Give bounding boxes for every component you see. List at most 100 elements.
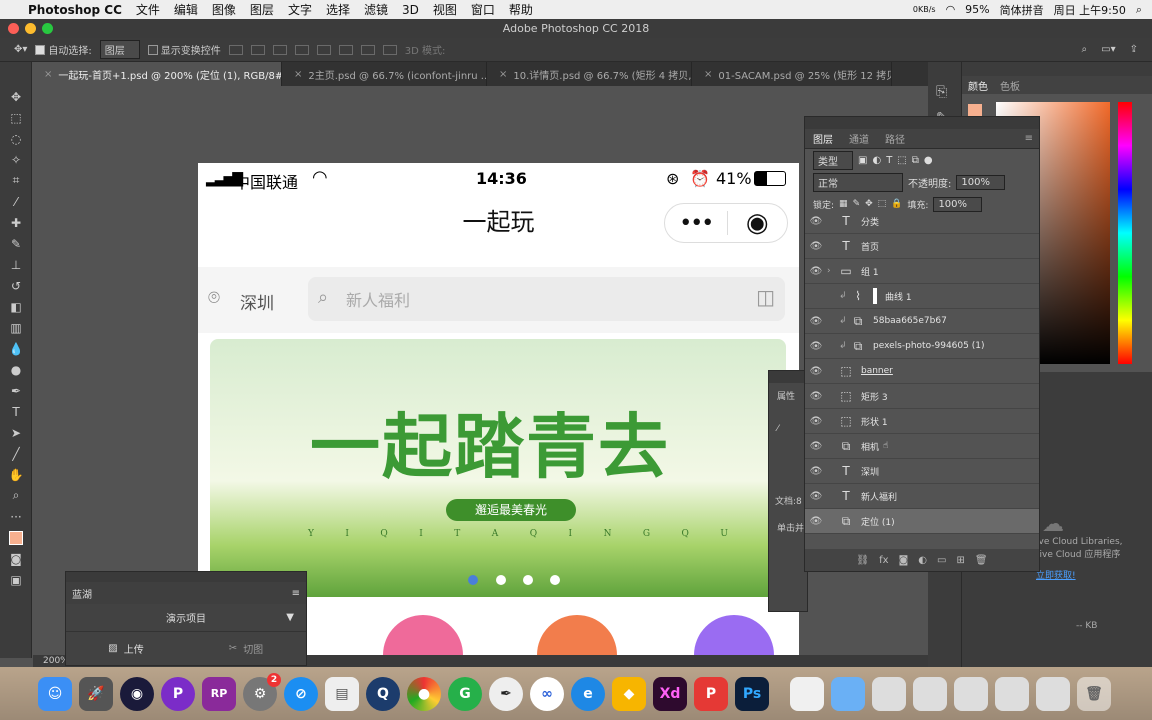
carousel-dot[interactable]	[496, 575, 506, 585]
filter-pixel-icon[interactable]: ▣	[858, 155, 867, 166]
recent-files-stack-icon[interactable]	[1036, 676, 1070, 711]
new-group-icon[interactable]: ▭	[937, 555, 946, 566]
tab-document-4[interactable]: × 01-SACAM.psd @ 25% (矩形 12 拷贝,...	[692, 62, 892, 86]
add-mask-icon[interactable]: ◙	[899, 555, 909, 566]
close-tab-icon[interactable]: ×	[704, 69, 712, 80]
layer-row[interactable]: 👁 ⬚ banner	[805, 359, 1039, 384]
adjustment-layer-icon[interactable]: ◐	[918, 555, 927, 566]
project-select[interactable]: 演示项目 ▼	[66, 604, 306, 632]
baidu-netdisk-icon[interactable]: ∞	[530, 676, 564, 711]
launchpad-icon[interactable]: 🚀	[79, 676, 113, 711]
visibility-eye-icon[interactable]: 👁	[805, 316, 827, 327]
new-layer-icon[interactable]: ⊞	[956, 555, 964, 566]
visibility-eye-icon[interactable]: 👁	[805, 266, 827, 277]
auto-select-dropdown[interactable]: 图层	[99, 40, 140, 59]
filter-smart-icon[interactable]: ⧉	[912, 155, 919, 166]
menu-file[interactable]: 文件	[136, 1, 160, 18]
distribute-icon[interactable]	[338, 44, 353, 55]
adobe-xd-icon[interactable]: Xd	[653, 676, 687, 711]
lanhu-title[interactable]: 蓝湖	[72, 586, 92, 601]
distribute-icon[interactable]	[316, 44, 331, 55]
align-icon[interactable]	[272, 44, 287, 55]
layer-row[interactable]: 👁 T 首页	[805, 234, 1039, 259]
visibility-eye-icon[interactable]: 👁	[805, 216, 827, 227]
notes-icon[interactable]: ▤	[325, 676, 359, 711]
carousel-dot[interactable]	[550, 575, 560, 585]
category-icon-gift[interactable]	[694, 615, 774, 655]
move-tool-icon[interactable]: ✥	[0, 86, 32, 107]
lock-all-icon[interactable]: 🔒	[891, 199, 902, 209]
delete-layer-icon[interactable]: 🗑	[975, 555, 988, 566]
filter-type-icon[interactable]: T	[886, 155, 892, 166]
pen-app-icon[interactable]: ✒	[489, 676, 523, 711]
battery-level[interactable]: 95%	[965, 3, 989, 16]
distribute-icon[interactable]	[360, 44, 375, 55]
align-icon[interactable]	[250, 44, 265, 55]
visibility-eye-icon[interactable]: 👁	[805, 391, 827, 402]
wifi-icon[interactable]: ◠	[946, 3, 956, 16]
pen-tool-icon[interactable]: ✒	[0, 380, 32, 401]
carousel-dot[interactable]	[523, 575, 533, 585]
workspace-icon[interactable]: ▭▾	[1101, 44, 1115, 55]
foreground-color-swatch[interactable]	[0, 527, 32, 548]
city-label[interactable]: 深圳	[240, 289, 274, 314]
screen-mode-icon[interactable]: ▣	[0, 569, 32, 590]
recent-files-stack-icon[interactable]	[995, 676, 1029, 711]
document-icon[interactable]	[790, 676, 824, 711]
filter-dropdown[interactable]: 类型	[813, 150, 853, 170]
filter-toggle-icon[interactable]: ●	[924, 155, 933, 166]
system-preferences-icon[interactable]: ⚙ 2	[243, 672, 281, 711]
upload-button[interactable]: ▨ 上传	[66, 641, 186, 656]
layer-row[interactable]: 👁 ⬚ 矩形 3	[805, 384, 1039, 409]
menubar-clock[interactable]: 周日 上午9:50	[1054, 2, 1126, 18]
close-tab-icon[interactable]: ×	[44, 69, 52, 80]
close-window-button[interactable]	[8, 23, 19, 34]
carousel-dot-active[interactable]	[468, 575, 478, 585]
trash-icon[interactable]: 🗑	[1077, 676, 1111, 711]
chrome-icon[interactable]: ●	[407, 676, 441, 711]
recent-files-stack-icon[interactable]	[913, 676, 947, 711]
layer-row[interactable]: 👁 T 新人福利	[805, 484, 1039, 509]
menu-image[interactable]: 图像	[212, 1, 236, 18]
search-icon[interactable]: ⌕	[1136, 3, 1142, 17]
expand-chevron-icon[interactable]: ›	[827, 266, 837, 276]
category-icon-mail[interactable]	[537, 615, 617, 655]
fill-field[interactable]: 100%	[933, 196, 983, 212]
layer-row[interactable]: ↲ ⌇ 曲线 1	[805, 284, 1039, 309]
healing-brush-icon[interactable]: ✚	[0, 212, 32, 233]
edge-icon[interactable]: e	[571, 676, 605, 711]
sketch-icon[interactable]: ◆	[612, 676, 646, 711]
line-tool-icon[interactable]: ╱	[0, 443, 32, 464]
close-tab-icon[interactable]: ×	[294, 69, 302, 80]
blur-tool-icon[interactable]: 💧	[0, 338, 32, 359]
history-brush-icon[interactable]: ↺	[0, 275, 32, 296]
menu-view[interactable]: 视图	[433, 1, 457, 18]
close-target-icon[interactable]: ◉	[727, 208, 787, 238]
align-icon[interactable]	[228, 44, 243, 55]
camera-icon[interactable]: ◫	[756, 285, 775, 309]
tab-swatches[interactable]: 色板	[1000, 78, 1020, 93]
lock-artboard-icon[interactable]: ⬚	[878, 199, 887, 209]
layer-row[interactable]: 👁 › ▭ 组 1	[805, 259, 1039, 284]
brush-tool-icon[interactable]: ✎	[0, 233, 32, 254]
tab-color[interactable]: 颜色	[968, 78, 988, 93]
slice-button[interactable]: ✂ 切图	[186, 641, 306, 656]
tab-channels[interactable]: 通道	[849, 131, 869, 146]
lock-brush-icon[interactable]: ✎	[853, 199, 861, 209]
fx-icon[interactable]: fx	[879, 555, 888, 566]
layer-row[interactable]: 👁 T 分类	[805, 209, 1039, 234]
panel-menu-icon[interactable]: ≡	[292, 588, 300, 599]
panel-menu-icon[interactable]: ≡	[1025, 133, 1033, 144]
dodge-tool-icon[interactable]: ●	[0, 359, 32, 380]
folder-icon[interactable]	[831, 676, 865, 711]
visibility-eye-icon[interactable]: 👁	[805, 241, 827, 252]
tab-document-3[interactable]: × 10.详情页.psd @ 66.7% (矩形 4 拷贝, ...	[487, 62, 692, 86]
minimize-window-button[interactable]	[25, 23, 36, 34]
menu-edit[interactable]: 编辑	[174, 1, 198, 18]
close-tab-icon[interactable]: ×	[499, 69, 507, 80]
layer-row[interactable]: 👁 ⧉ 相机 ☝	[805, 434, 1039, 459]
hue-slider[interactable]	[1118, 102, 1132, 364]
zoom-window-button[interactable]	[42, 23, 53, 34]
distribute-icon[interactable]	[382, 44, 397, 55]
visibility-eye-icon[interactable]: 👁	[805, 491, 827, 502]
